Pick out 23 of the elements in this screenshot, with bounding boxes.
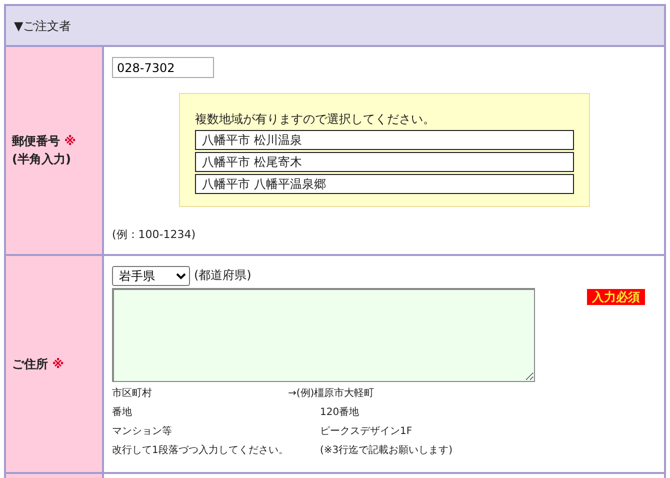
hint-text: (※3行迄で記載お願いします) — [319, 444, 454, 458]
suggestion-prompt: 複数地域が有りますので選択してください。 — [195, 111, 436, 128]
hint-text: 市区町村 — [112, 386, 153, 400]
hint-text: 120番地 — [319, 406, 360, 420]
required-mark: ※ — [52, 356, 64, 370]
hint-text: ピークスデザイン1F — [319, 424, 414, 438]
hint-text: マンション等 — [112, 424, 173, 438]
hint-text: 改行して1段落づつ入力してください。 — [112, 444, 288, 458]
suggestion-option[interactable]: 八幡平市 八幡平温泉郷 — [195, 174, 574, 194]
required-badge: 入力必須 — [587, 288, 645, 304]
suggestion-option[interactable]: 八幡平市 松尾寄木 — [195, 152, 574, 172]
section-title: ▼ご注文者 — [14, 18, 72, 32]
example-text: (例：100-1234) — [112, 227, 197, 243]
field-label: ご住所 — [12, 356, 48, 370]
field-sublabel: (半角入力) — [12, 151, 72, 168]
hint-text: 番地 — [112, 406, 133, 420]
field-label: 郵便番号 — [12, 134, 60, 148]
suggestion-option[interactable]: 八幡平市 松川温泉 — [195, 130, 574, 150]
hint-text: →(例)橿原市大軽町 — [288, 386, 376, 400]
field-note: (都道府県) — [194, 266, 252, 284]
prefecture-select[interactable]: 岩手県 — [112, 266, 190, 286]
postal-code-field[interactable]: 028-7302 — [112, 57, 214, 78]
required-mark: ※ — [64, 134, 76, 148]
